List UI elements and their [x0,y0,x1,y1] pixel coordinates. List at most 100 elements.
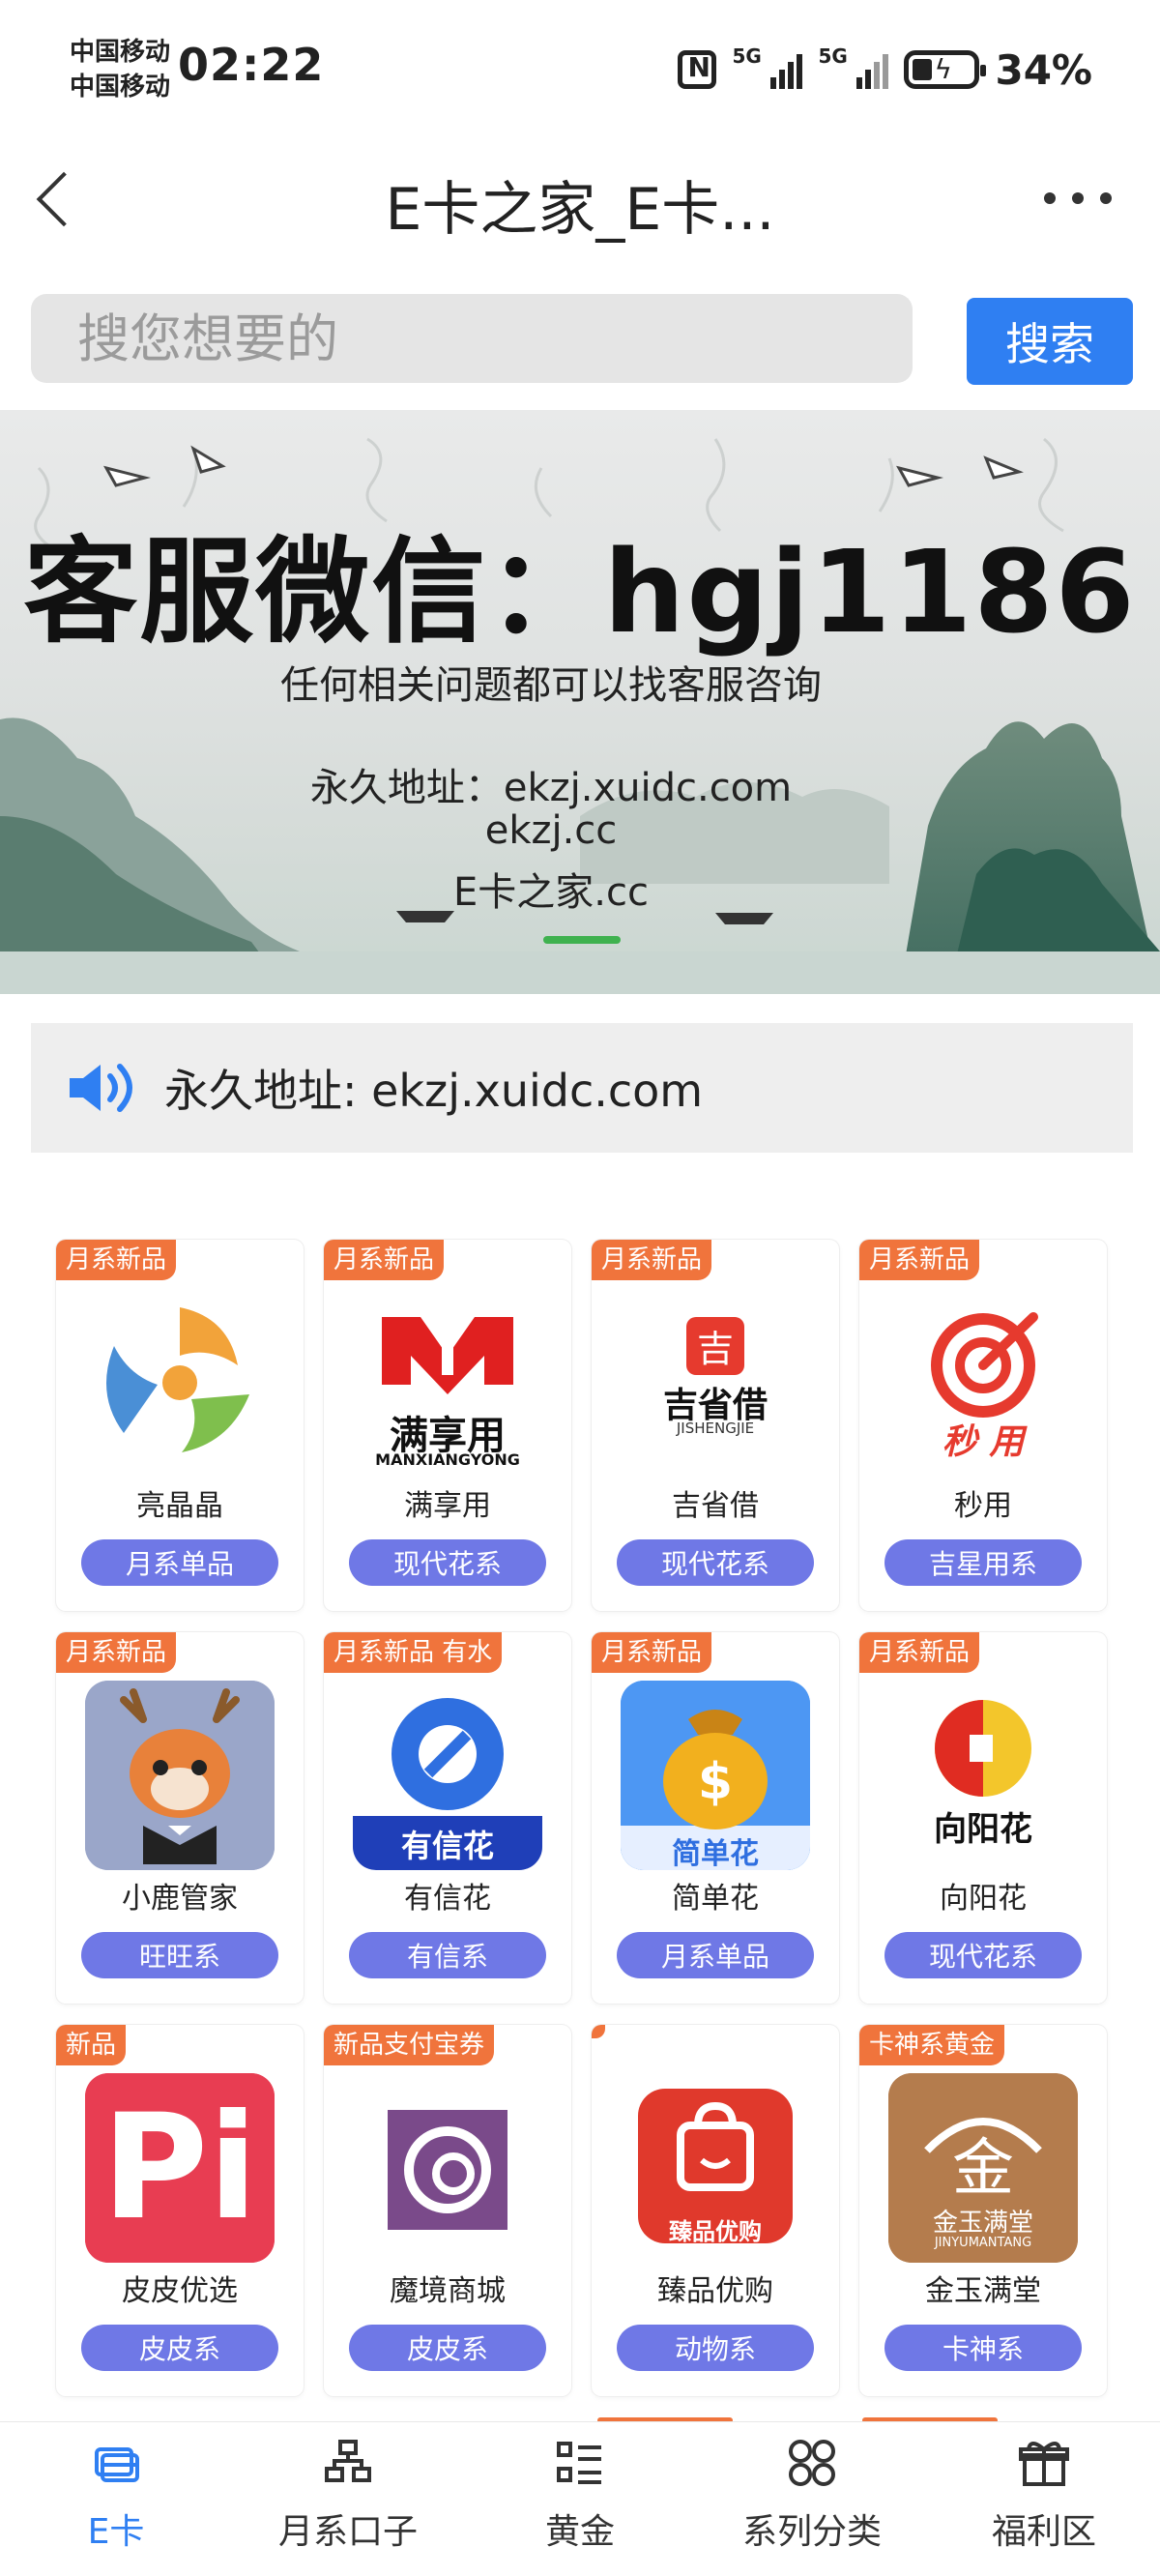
product-tag: 新品 [56,2025,127,2065]
product-card-liangjingjing[interactable]: 月系新品 亮晶晶 月系单品 [56,1240,304,1611]
product-card-xiaoluguanjia[interactable]: 月系新品 小鹿管家 旺旺系 [56,1632,304,2004]
product-tag: 月系新品 [56,1240,177,1280]
signal-2-label: 5G [818,44,848,68]
banner[interactable]: 客服微信：hgj1186 任何相关问题都可以找客服咨询 永久地址：ekzj.xu… [0,410,1160,994]
product-card-zhenpinyougou[interactable]: 臻品优购 臻品优购 动物系 [592,2025,839,2396]
product-category-button[interactable]: 有信系 [349,1932,546,1978]
nav-tab-gold[interactable]: 黄金 [483,2436,677,2554]
banner-address-1: 永久地址：ekzj.xuidc.com [309,766,793,810]
gift-icon [1017,2436,1071,2490]
nav-tab-welfare[interactable]: 福利区 [947,2436,1141,2554]
more-options-icon[interactable] [1044,174,1112,222]
jishengjie-logo-subtext: JISHENGJIE [676,1420,755,1437]
banner-address-3: E卡之家.cc [453,870,649,915]
search-bar: 搜索 [0,286,1160,393]
product-name: 有信花 [404,1882,491,1916]
product-category-button[interactable]: 动物系 [617,2325,814,2371]
miaoyong-logo-text: 秒 用 [942,1422,1025,1462]
product-category-button[interactable]: 卡神系 [884,2325,1082,2371]
search-input[interactable] [31,294,913,383]
carrier-2: 中国移动 [70,73,171,102]
back-icon[interactable] [29,164,87,232]
page-title: E卡之家_E卡... [385,176,775,244]
banner-subtitle: 任何相关问题都可以找客服咨询 [280,663,822,708]
product-name: 简单花 [672,1882,759,1916]
banner-title: 客服微信：hgj1186 [23,525,1137,659]
product-name: 亮晶晶 [136,1489,223,1523]
product-category-button[interactable]: 皮皮系 [349,2325,546,2371]
nav-label: E卡 [87,2512,145,2552]
product-card-youxinhua[interactable]: 有信花 月系新品 有水 有信花 有信系 [324,1632,571,2004]
hierarchy-icon [321,2436,375,2490]
product-tag: 月系新品 有水 [324,1632,503,1673]
youxinhua-logo-text: 有信花 [400,1828,494,1864]
clock: 02:22 [178,39,325,91]
product-name: 满享用 [404,1489,491,1523]
nav-tab-ecard[interactable]: E卡 [19,2436,213,2554]
signal-1-label: 5G [732,44,762,68]
signal-icon-2: 5G [818,46,889,89]
mojing-logo-icon [353,2073,542,2263]
liangjingjing-logo-icon [85,1288,275,1478]
product-card-pipiyouxuan[interactable]: Pi 新品 皮皮优选 皮皮系 [56,2025,304,2396]
svg-text:金: 金 [952,2133,1014,2205]
speaker-icon [66,1059,139,1117]
product-tag: 月系新品 [56,1632,177,1673]
product-card-xiangyanghua[interactable]: 向阳花 月系新品 向阳花 现代花系 [859,1632,1107,2004]
product-category-button[interactable]: 旺旺系 [81,1932,278,1978]
product-name: 秒用 [954,1489,1012,1523]
status-icons: 5G 5G ϟ 34% [678,44,1092,95]
carousel-indicator[interactable] [543,936,621,944]
banner-address-2: ekzj.cc [484,808,618,853]
product-category-button[interactable]: 现代花系 [884,1932,1082,1978]
product-card-jinyumantang[interactable]: 金 金玉满堂 JINYUMANTANG 卡神系黄金 金玉满堂 卡神系 [859,2025,1107,2396]
nav-label: 系列分类 [741,2512,882,2552]
carrier-labels: 中国移动 中国移动 [70,35,170,104]
jinyumantang-logo-text: 金玉满堂 [932,2209,1033,2238]
product-tag: 月系新品 [324,1240,445,1280]
product-category-button[interactable]: 现代花系 [349,1539,546,1586]
nav-label: 月系口子 [277,2512,418,2552]
title-bar: E卡之家_E卡... [0,135,1160,261]
product-card-jishengjie[interactable]: 吉 月系新品 吉省借 JISHENGJIE 吉省借 现代花系 [592,1240,839,1611]
nav-label: 黄金 [544,2512,615,2552]
product-category-button[interactable]: 月系单品 [81,1539,278,1586]
list-icon [553,2436,607,2490]
svg-text:$: $ [698,1753,733,1811]
notice-bar[interactable]: 永久地址: ekzj.xuidc.com [31,1023,1133,1153]
product-name: 魔境商城 [390,2274,506,2308]
product-tag: 月系新品 [859,1240,980,1280]
jinyumantang-logo-subtext: JINYUMANTANG [934,2236,1032,2250]
product-card-manxiangyong[interactable]: 月系新品 满享用 MANXIANGYONG 满享用 现代花系 [324,1240,571,1611]
jiandanhua-logo-text: 简单花 [672,1837,759,1871]
status-bar: 中国移动 中国移动 02:22 5G 5G ϟ 34% [0,0,1160,135]
product-card-mojingshangcheng[interactable]: 新品支付宝券 魔境商城 皮皮系 [324,2025,571,2396]
xiangyanghua-logo-text: 向阳花 [934,1810,1032,1849]
product-category-button[interactable]: 月系单品 [617,1932,814,1978]
notice-text: 永久地址: ekzj.xuidc.com [164,1065,704,1117]
product-tag: 月系新品 [859,1632,980,1673]
product-category-button[interactable]: 皮皮系 [81,2325,278,2371]
product-category-button[interactable]: 现代花系 [617,1539,814,1586]
product-name: 向阳花 [940,1882,1027,1916]
product-name: 皮皮优选 [122,2274,238,2308]
pi-logo-icon: Pi [85,2073,275,2263]
product-name: 吉省借 [672,1489,759,1523]
nfc-icon [678,50,717,89]
svg-text:吉: 吉 [697,1328,734,1370]
product-card-jiandanhua[interactable]: $ 简单花 月系新品 简单花 月系单品 [592,1632,839,2004]
corner-tag [592,2025,605,2038]
battery-percent: 34% [995,45,1092,94]
nav-tab-series[interactable]: 系列分类 [715,2436,909,2554]
product-name: 臻品优购 [657,2274,773,2308]
product-name: 小鹿管家 [122,1882,238,1916]
pi-logo-text: Pi [102,2084,258,2252]
nav-tab-yuexi[interactable]: 月系口子 [251,2436,445,2554]
search-button[interactable]: 搜索 [967,298,1133,385]
grid-circles-icon [785,2436,839,2490]
zhenpin-logo-text: 臻品优购 [669,2218,762,2245]
product-category-button[interactable]: 吉星用系 [884,1539,1082,1586]
deer-logo-icon [85,1681,275,1870]
bottom-navigation: E卡 月系口子 黄金 系列分类 福利区 [0,2421,1160,2576]
product-card-miaoyong[interactable]: 月系新品 秒 用 秒用 吉星用系 [859,1240,1107,1611]
